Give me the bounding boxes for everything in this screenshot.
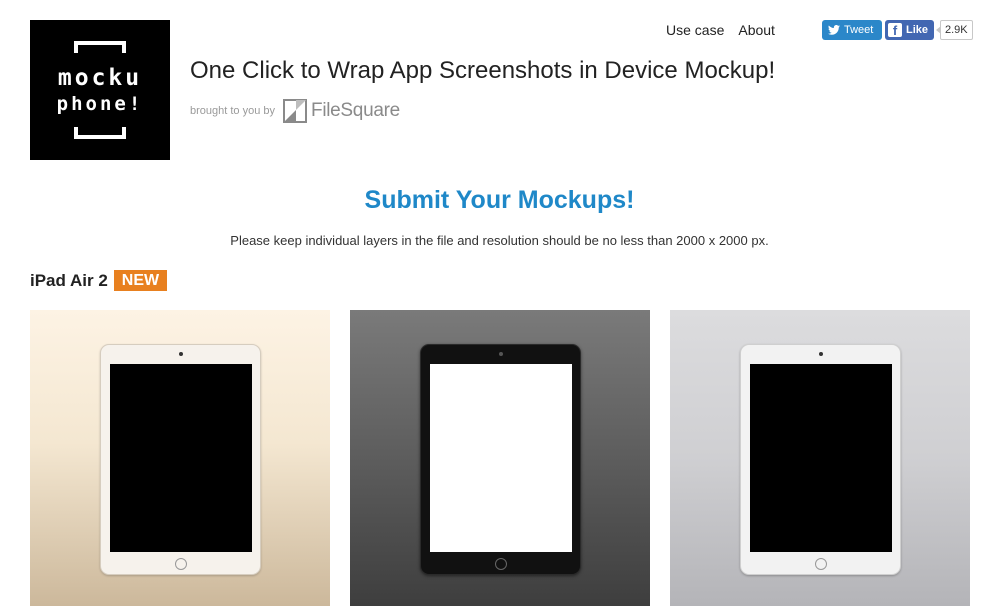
mockuphone-logo[interactable]: mocku phone! [30,20,170,160]
like-label: Like [906,24,929,36]
device-screen [110,364,252,552]
logo-text-line2: phone! [56,93,144,115]
nav-about[interactable]: About [738,22,775,38]
byline: brought to you by FileSquare [190,99,400,123]
device-screen [430,364,572,552]
home-button [815,558,827,570]
device-card-space-gray[interactable] [350,310,650,606]
ipad-gold-icon [100,344,261,575]
device-card-gold[interactable] [30,310,330,606]
facebook-like-button[interactable]: f Like [885,20,934,40]
logo-text-line1: mocku [57,65,143,91]
camera-dot [819,352,823,356]
new-badge: NEW [113,270,168,291]
nav-use-case[interactable]: Use case [666,22,724,38]
page-headline: One Click to Wrap App Screenshots in Dev… [190,57,776,84]
logo-bracket-top [74,41,126,53]
top-nav: Use case About [666,22,775,38]
facebook-icon: f [888,23,902,38]
social-buttons: Tweet f Like 2.9K [822,20,973,40]
submit-note: Please keep individual layers in the fil… [230,233,769,248]
twitter-bird-icon [828,25,840,35]
byline-prefix: brought to you by [190,105,276,117]
device-screen [750,364,892,552]
home-button [175,558,187,570]
tweet-button[interactable]: Tweet [822,20,882,40]
like-count-bubble: 2.9K [936,20,973,40]
section-heading: iPad Air 2 NEW [30,270,168,291]
ipad-silver-icon [740,344,901,575]
submit-mockups-link[interactable]: Submit Your Mockups! [0,186,999,215]
section-title: iPad Air 2 [30,270,108,290]
ipad-dark-icon [420,344,581,575]
filesquare-icon[interactable] [283,99,308,123]
logo-bracket-bottom [74,127,126,139]
filesquare-link[interactable]: FileSquare [311,100,400,122]
tweet-label: Tweet [844,24,874,36]
camera-dot [179,352,183,356]
camera-dot [499,352,503,356]
device-card-silver[interactable] [670,310,970,606]
home-button [495,558,507,570]
